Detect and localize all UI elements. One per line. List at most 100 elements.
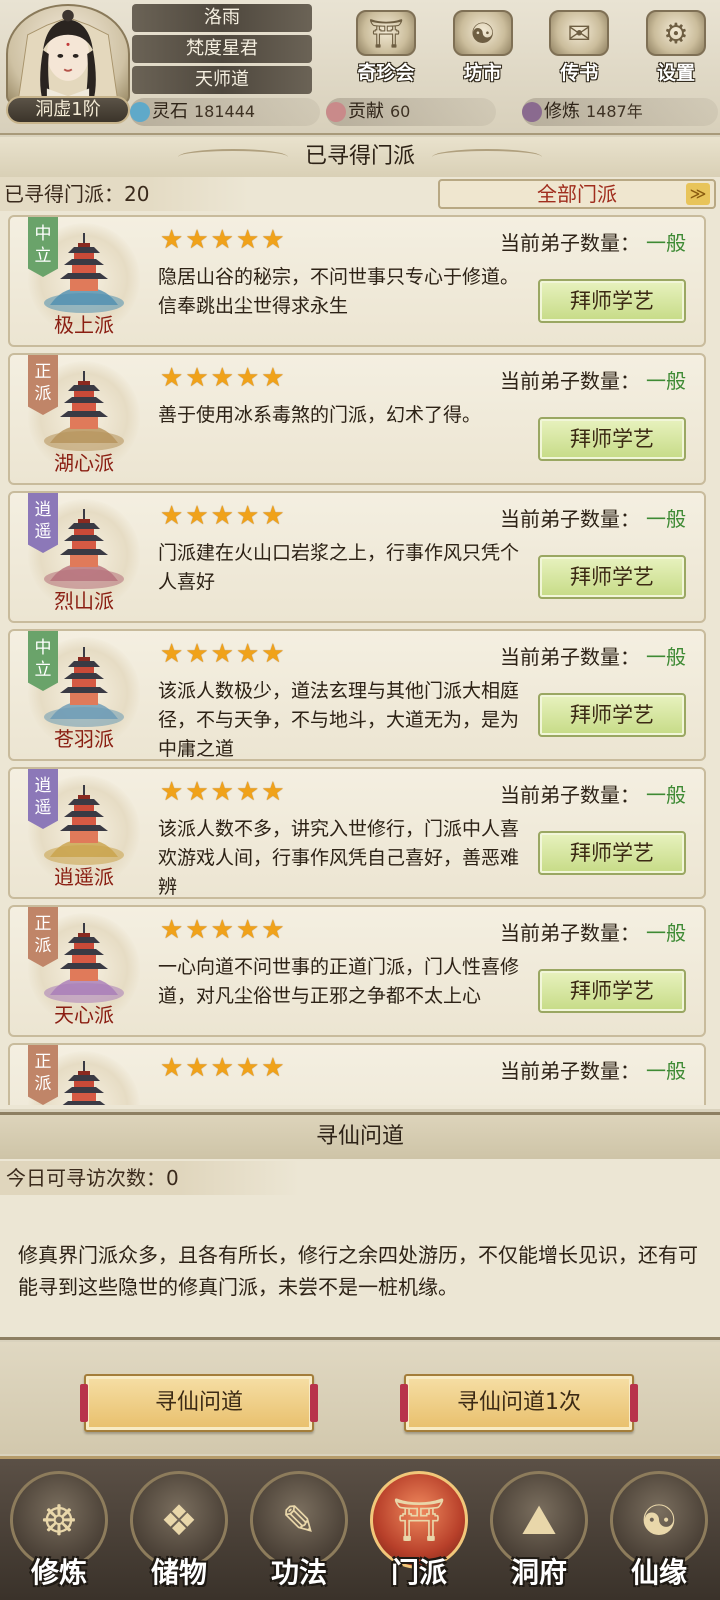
resource-bar: 灵石 181444 贡献 60 修炼 1487年 <box>130 98 720 128</box>
sect-alignment-tag: 逍遥 <box>28 769 58 829</box>
nav-tab-technique-scroll[interactable]: ✎ 功法 <box>244 1471 354 1599</box>
sect-rating: ★ ★ ★ ★ ★ <box>160 365 285 391</box>
star-icon: ★ <box>160 777 184 807</box>
letters-button[interactable]: ✉ 传书 <box>539 10 619 88</box>
star-icon: ★ <box>210 639 234 669</box>
sect-card: 正派 ★ ★ ★ ★ ★ 当前弟子数量： 一般 <box>8 1043 706 1105</box>
nav-tab-meditation[interactable]: ☸ 修炼 <box>4 1471 114 1599</box>
seek-description: 修真界门派众多，且各有所长，修行之余四处游历，不仅能增长见识，还有可能寻到这些隐… <box>18 1243 698 1299</box>
bottom-nav: ☸ 修炼 ❖ 储物 ✎ 功法 ⛩ 门派 ⛰ 洞府 ☯ 仙缘 <box>0 1456 720 1600</box>
nav-tab-immortal-fate[interactable]: ☯ 仙缘 <box>604 1471 714 1599</box>
disciple-count: 当前弟子数量： 一般 <box>500 779 686 808</box>
sect-card: 中立 苍羽派 ★ ★ ★ ★ ★ 当前弟子数量： 一般 该派人数极少，道法玄理与其他门派大相庭径，… <box>8 629 706 761</box>
scroll-letter-icon: ✉ <box>549 10 610 56</box>
daily-visits-count: 今日可寻访次数：0 <box>0 1161 300 1195</box>
star-icon: ★ <box>235 501 260 531</box>
spirit-stone-label: 灵石 <box>152 101 188 122</box>
disciple-count-label: 当前弟子数量： <box>500 231 640 255</box>
found-row: 已寻得门派：20 全部门派 ≫ <box>0 177 720 211</box>
star-icon: ★ <box>185 225 209 255</box>
seek-actions: 寻仙问道 寻仙问道1次 <box>0 1342 720 1454</box>
nav-tab-sect-gate[interactable]: ⛩ 门派 <box>364 1471 474 1599</box>
star-icon: ★ <box>235 225 260 255</box>
sect-card: 逍遥 逍遥派 ★ ★ ★ ★ ★ 当前弟子数量： 一般 该派人数不多，讲究入世修行，门派中人喜欢游… <box>8 767 706 899</box>
avatar[interactable] <box>6 4 130 104</box>
disciple-count: 当前弟子数量： 一般 <box>500 227 686 256</box>
sect-name: 烈山派 <box>54 589 114 613</box>
sect-description: 门派建在火山口岩浆之上，行事作风只凭个人喜好 <box>158 542 520 593</box>
seek-immortal-panel: 寻仙问道 今日可寻访次数：0 修真界门派众多，且各有所长，修行之余四处游历，不仅… <box>0 1112 720 1340</box>
star-icon: ★ <box>160 363 184 393</box>
disciple-count-label: 当前弟子数量： <box>500 1059 640 1083</box>
contribution-icon <box>326 102 346 122</box>
market-button[interactable]: ☯ 坊市 <box>443 10 523 88</box>
disciple-count-value: 一般 <box>646 369 686 393</box>
apprentice-button[interactable]: 拜师学艺 <box>538 555 686 599</box>
star-icon: ★ <box>261 225 285 255</box>
nav-tab-storage-bag[interactable]: ❖ 储物 <box>124 1471 234 1599</box>
character-name: 洛雨 <box>132 4 312 32</box>
star-icon: ★ <box>261 639 285 669</box>
disciple-count: 当前弟子数量： 一般 <box>500 641 686 670</box>
disciple-count: 当前弟子数量： 一般 <box>500 917 686 946</box>
nav-tab-cave-mansion[interactable]: ⛰ 洞府 <box>484 1471 594 1599</box>
treasure-auction-button[interactable]: ⛩ 奇珍会 <box>346 10 426 88</box>
cultivation-icon <box>522 102 542 122</box>
seek-immortal-button[interactable]: 寻仙问道 <box>80 1374 318 1432</box>
character-title: 梵度星君 <box>132 35 312 63</box>
star-icon: ★ <box>210 501 234 531</box>
cloud-ornament-icon <box>432 149 542 165</box>
sect-filter-dropdown[interactable]: 全部门派 ≫ <box>438 179 716 209</box>
star-icon: ★ <box>185 1053 209 1083</box>
sect-name: 极上派 <box>54 313 114 337</box>
sect-filter-value: 全部门派 <box>537 182 617 206</box>
cultivation-stat: 修炼 1487年 <box>522 98 718 126</box>
disciple-count-value: 一般 <box>646 231 686 255</box>
sect-name: 苍羽派 <box>54 727 114 751</box>
cultivation-value: 1487年 <box>586 102 643 121</box>
sect-alignment-tag: 逍遥 <box>28 493 58 553</box>
disciple-count-value: 一般 <box>646 645 686 669</box>
market-icon: ☯ <box>452 10 513 56</box>
sect-alignment-tag: 正派 <box>28 355 58 415</box>
disciple-count: 当前弟子数量： 一般 <box>500 503 686 532</box>
star-icon: ★ <box>261 1053 285 1083</box>
sect-alignment-tag: 正派 <box>28 907 58 967</box>
settings-button[interactable]: ⚙ 设置 <box>636 10 716 88</box>
disciple-count-label: 当前弟子数量： <box>500 369 640 393</box>
star-icon: ★ <box>235 639 260 669</box>
apprentice-button[interactable]: 拜师学艺 <box>538 831 686 875</box>
top-header: 洞虚1阶 洛雨 梵度星君 天师道 ⛩ 奇珍会 ☯ 坊市 ✉ 传书 ⚙ 设置 灵石… <box>0 0 720 135</box>
disciple-count: 当前弟子数量： 一般 <box>500 1055 686 1084</box>
apprentice-button[interactable]: 拜师学艺 <box>538 969 686 1013</box>
sect-description: 善于使用冰系毒煞的门派，幻术了得。 <box>158 404 482 426</box>
sect-card: 逍遥 烈山派 ★ ★ ★ ★ ★ 当前弟子数量： 一般 门派建在火山口岩浆之上，行事作风只凭个人喜… <box>8 491 706 623</box>
disciple-count: 当前弟子数量： 一般 <box>500 365 686 394</box>
found-sects-count: 已寻得门派：20 <box>0 177 250 211</box>
treasure-auction-label: 奇珍会 <box>357 62 415 84</box>
sect-description: 该派人数极少，道法玄理与其他门派大相庭径，不与天争，不与地斗，大道无为，是为中庸… <box>158 680 520 760</box>
spirit-stone-icon <box>130 102 150 122</box>
sect-list[interactable]: 中立 极上派 ★ ★ ★ ★ ★ 当前弟子数量： 一般 隐居山谷的秘宗，不问世事只专心于修道。信奉… <box>0 215 720 1105</box>
apprentice-button[interactable]: 拜师学艺 <box>538 693 686 737</box>
disciple-count-label: 当前弟子数量： <box>500 921 640 945</box>
star-icon: ★ <box>160 225 184 255</box>
sects-section-title: 已寻得门派 <box>0 137 720 177</box>
star-icon: ★ <box>185 363 209 393</box>
apprentice-button[interactable]: 拜师学艺 <box>538 279 686 323</box>
gear-icon: ⚙ <box>645 10 706 56</box>
sects-panel: 已寻得门派 已寻得门派：20 全部门派 ≫ 中立 极上派 ★ ★ ★ ★ ★ 当前弟子数量：一… <box>0 137 720 1109</box>
star-icon: ★ <box>160 915 184 945</box>
sect-rating: ★ ★ ★ ★ ★ <box>160 227 285 253</box>
star-icon: ★ <box>261 501 285 531</box>
realm-rank-badge: 洞虚1阶 <box>6 96 130 124</box>
sect-card: 正派 湖心派 ★ ★ ★ ★ ★ 当前弟子数量： 一般 善于使用冰系毒煞的门派，幻术了得。 拜师学艺 <box>8 353 706 485</box>
nav-tab-label: 功法 <box>270 1556 327 1589</box>
letters-label: 传书 <box>560 62 599 84</box>
character-info: 洛雨 梵度星君 天师道 <box>132 4 312 97</box>
cloud-ornament-icon <box>178 149 288 165</box>
apprentice-button[interactable]: 拜师学艺 <box>538 417 686 461</box>
sect-rating: ★ ★ ★ ★ ★ <box>160 917 285 943</box>
seek-immortal-once-button[interactable]: 寻仙问道1次 <box>400 1374 638 1432</box>
star-icon: ★ <box>185 915 209 945</box>
